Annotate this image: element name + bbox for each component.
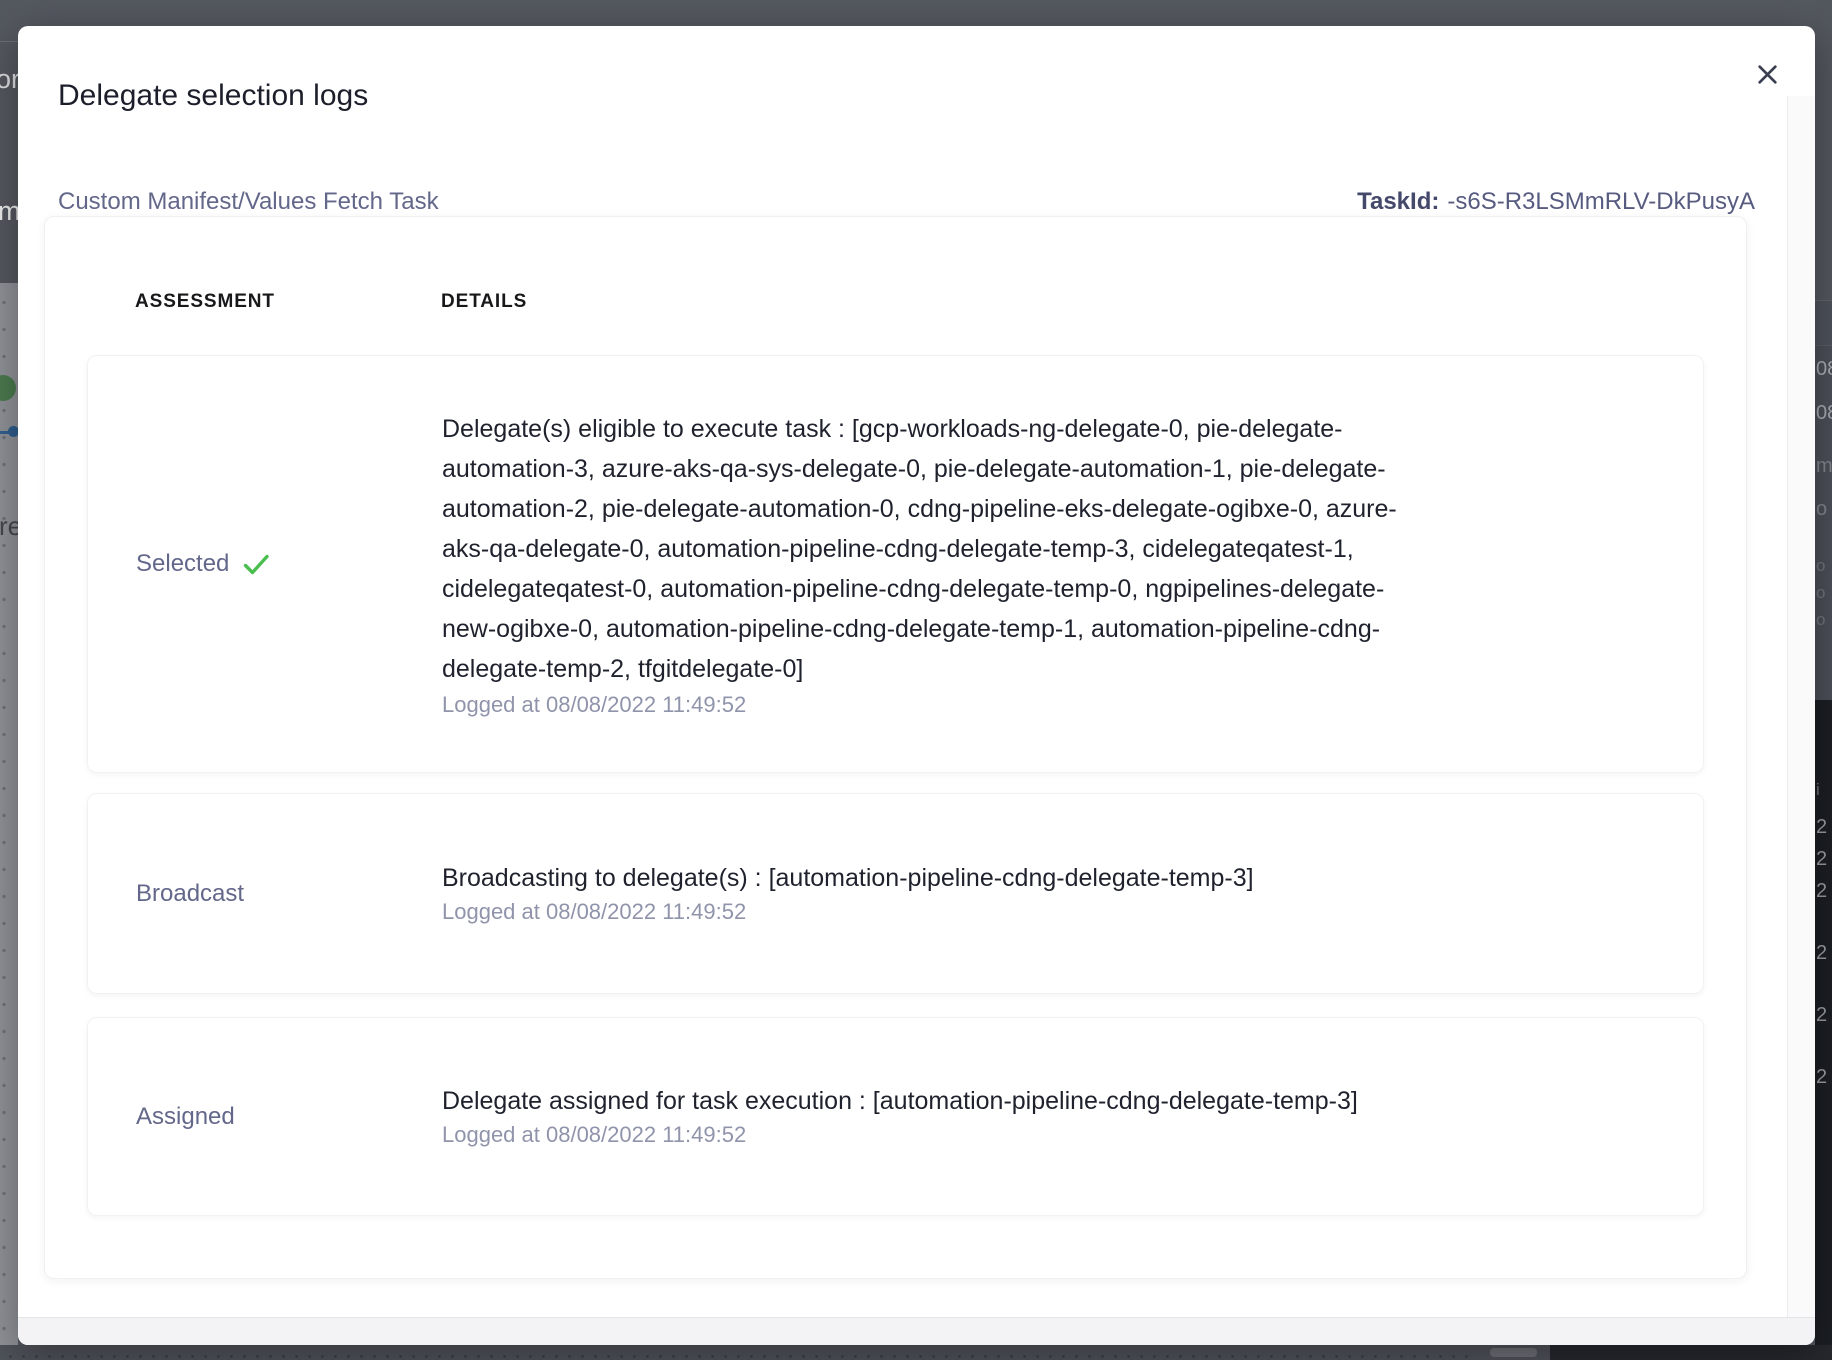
- table-row: Assigned Delegate assigned for task exec…: [87, 1017, 1704, 1216]
- modal-subheader: Custom Manifest/Values Fetch Task TaskId…: [58, 188, 1755, 216]
- details-cell: Delegate assigned for task execution : […: [442, 1018, 1703, 1215]
- background-bottom-sliver: [0, 1345, 1832, 1360]
- modal-footer: [18, 1317, 1815, 1345]
- task-id: TaskId: -s6S-R3LSMmRLV-DkPusyA: [1357, 188, 1755, 216]
- background-panel-band: [1815, 345, 1832, 700]
- background-text-fragment: o: [1816, 556, 1825, 576]
- assessment-label: Broadcast: [136, 880, 244, 908]
- background-text-fragment: 08: [1816, 358, 1832, 381]
- background-tick-dots: [0, 1345, 1470, 1360]
- selection-logs-table: ASSESSMENT DETAILS Selected Delegate(s) …: [44, 216, 1747, 1279]
- background-text-fragment: 2: [1816, 880, 1827, 903]
- logged-timestamp: Logged at 08/08/2022 11:49:52: [442, 897, 1673, 927]
- pipeline-connector-dot-icon: [8, 426, 18, 437]
- background-text-fragment: m: [0, 196, 18, 227]
- assessment-status: Selected: [136, 550, 271, 578]
- assessment-status: Broadcast: [136, 880, 244, 908]
- background-panel-band: [1815, 300, 1832, 345]
- details-text: delegate-temp-2, tfgitdelegate-0]: [442, 649, 1673, 689]
- pipeline-success-node-icon: [0, 375, 16, 401]
- details-text: automation-2, pie-delegate-automation-0,…: [442, 489, 1673, 529]
- task-id-value: -s6S-R3LSMmRLV-DkPusyA: [1447, 188, 1755, 215]
- column-header-details: DETAILS: [441, 289, 527, 315]
- modal-scrollbar-track[interactable]: [1787, 96, 1815, 1317]
- background-right-sliver: 08 08 m o o o o i 2 2 2 2 2 2: [1815, 0, 1832, 1360]
- background-text-fragment: 2: [1816, 942, 1827, 965]
- table-row: Selected Delegate(s) eligible to execute…: [87, 355, 1704, 773]
- background-left-sliver: or m re: [0, 0, 18, 1360]
- background-text-fragment: 08: [1816, 402, 1832, 425]
- task-id-label: TaskId:: [1357, 188, 1439, 215]
- background-text-fragment: 2: [1816, 816, 1827, 839]
- task-name: Custom Manifest/Values Fetch Task: [58, 188, 439, 216]
- close-icon: [1755, 62, 1780, 90]
- background-text-fragment: 2: [1816, 848, 1827, 871]
- background-text-fragment: or: [0, 64, 18, 95]
- background-text-fragment: o: [1816, 498, 1827, 521]
- details-text: Broadcasting to delegate(s) : [automatio…: [442, 860, 1673, 896]
- details-cell: Broadcasting to delegate(s) : [automatio…: [442, 794, 1703, 993]
- delegate-selection-logs-modal: Delegate selection logs Custom Manifest/…: [18, 26, 1815, 1345]
- details-text: aks-qa-delegate-0, automation-pipeline-c…: [442, 529, 1673, 569]
- table-header-row: ASSESSMENT DETAILS: [87, 289, 1704, 315]
- modal-title: Delegate selection logs: [58, 76, 368, 116]
- background-text-fragment: o: [1816, 610, 1825, 630]
- details-cell: Delegate(s) eligible to execute task : […: [442, 356, 1703, 772]
- background-text-fragment: m: [1816, 455, 1832, 478]
- assessment-label: Selected: [136, 550, 229, 578]
- background-text-fragment: i: [1816, 780, 1820, 800]
- background-console-edge: [1550, 1345, 1832, 1360]
- table-row: Broadcast Broadcasting to delegate(s) : …: [87, 793, 1704, 994]
- close-button[interactable]: [1747, 56, 1787, 96]
- details-text: cidelegateqatest-0, automation-pipeline-…: [442, 569, 1673, 609]
- logged-timestamp: Logged at 08/08/2022 11:49:52: [442, 690, 1673, 720]
- background-pipeline-canvas: re: [0, 283, 18, 1345]
- column-header-assessment: ASSESSMENT: [87, 289, 441, 315]
- background-scrollbar-thumb[interactable]: [1490, 1348, 1537, 1357]
- background-text-fragment: 2: [1816, 1066, 1827, 1089]
- background-text-fragment: o: [1816, 583, 1825, 603]
- details-text: automation-3, azure-aks-qa-sys-delegate-…: [442, 449, 1673, 489]
- background-text-fragment: re: [0, 511, 18, 542]
- details-text: Delegate(s) eligible to execute task : […: [442, 409, 1673, 449]
- background-text-fragment: 2: [1816, 1004, 1827, 1027]
- background-divider: [0, 41, 18, 42]
- logged-timestamp: Logged at 08/08/2022 11:49:52: [442, 1120, 1673, 1150]
- screen: { "colors": { "check_green": "#4abf4f", …: [0, 0, 1832, 1360]
- details-text: Delegate assigned for task execution : […: [442, 1083, 1673, 1119]
- check-icon: [241, 552, 271, 577]
- assessment-label: Assigned: [136, 1103, 235, 1131]
- assessment-status: Assigned: [136, 1103, 235, 1131]
- details-text: new-ogibxe-0, automation-pipeline-cdng-d…: [442, 609, 1673, 649]
